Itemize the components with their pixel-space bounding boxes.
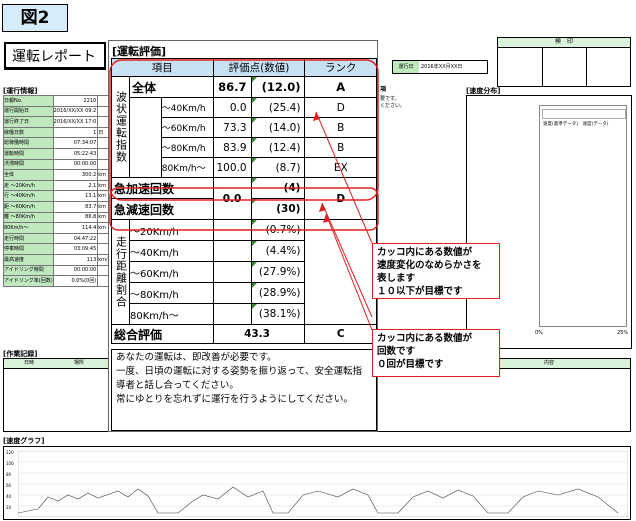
arrow-line-2	[321, 202, 373, 318]
accel-highlight	[109, 187, 379, 231]
count-callout: カッコ内にある数値が 回数です ０回が目標です	[372, 329, 500, 377]
smoothness-callout: カッコ内にある数値が 速度変化のなめらかさを 表します １０以下が目標です	[372, 243, 500, 299]
arrow-line-1	[315, 111, 373, 244]
annotation-overlay	[109, 59, 379, 331]
wave-index-highlight	[109, 59, 379, 201]
arrow-line-3	[325, 213, 373, 331]
